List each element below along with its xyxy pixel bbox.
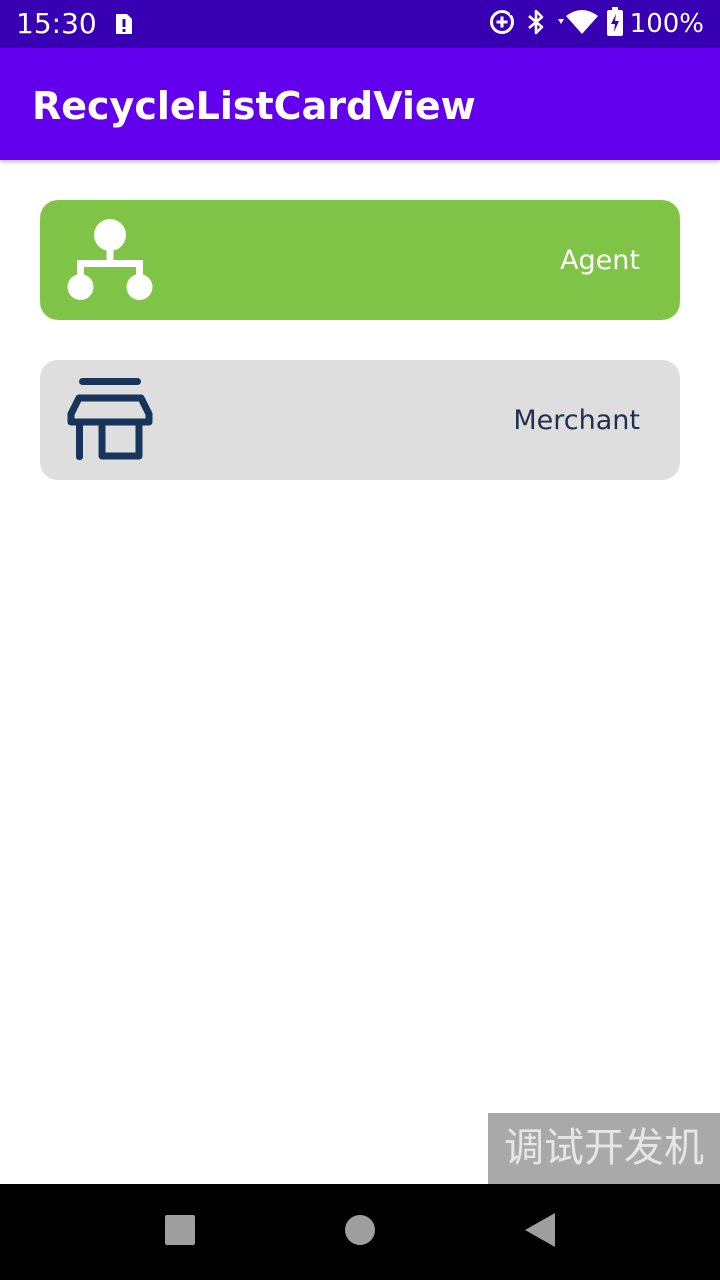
status-time: 15:30 [16,7,97,40]
agent-card[interactable]: Agent [40,200,680,320]
battery-percent: 100% [629,9,704,39]
home-button[interactable] [312,1184,408,1280]
recents-icon [165,1214,195,1250]
back-button[interactable] [492,1184,588,1280]
org-chart-icon [66,218,154,302]
merchant-card-label: Merchant [513,405,640,436]
store-icon [66,378,154,462]
status-icons: 100% [488,6,704,42]
merchant-card[interactable]: Merchant [40,360,680,480]
recents-button[interactable] [132,1184,228,1280]
bluetooth-icon [526,8,546,41]
home-icon [345,1214,375,1250]
status-bar: 15:30 100% [0,0,720,48]
screen: 15:30 100% RecycleListCardView Agent Mer… [0,0,720,1280]
wifi-icon [556,8,598,41]
battery-charging-icon [606,6,624,42]
debug-watermark: 调试开发机 [488,1113,720,1184]
app-title: RecycleListCardView [32,84,476,128]
sim-alert-icon [112,12,134,36]
navigation-bar [0,1184,720,1280]
agent-card-label: Agent [560,245,640,276]
app-bar: RecycleListCardView [0,48,720,160]
data-saver-icon [488,8,516,41]
back-icon [525,1212,555,1252]
